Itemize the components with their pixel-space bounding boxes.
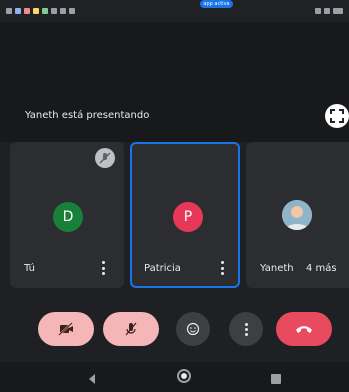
home-icon bbox=[177, 369, 191, 383]
person-photo-icon bbox=[282, 200, 312, 230]
active-app-pill[interactable]: app activa bbox=[200, 0, 233, 8]
notification-icon bbox=[60, 8, 66, 14]
status-icons-left bbox=[6, 8, 75, 14]
notification-icon bbox=[42, 8, 48, 14]
mic-off-icon bbox=[99, 152, 111, 164]
notification-icon bbox=[24, 8, 30, 14]
presentation-stage bbox=[0, 22, 349, 142]
participant-name: Tú bbox=[24, 263, 35, 274]
status-icons-right bbox=[315, 8, 343, 14]
fullscreen-button[interactable] bbox=[325, 104, 349, 128]
more-vert-icon bbox=[244, 322, 248, 336]
back-button[interactable] bbox=[86, 370, 98, 389]
emoji-icon bbox=[186, 322, 200, 336]
notification-icon bbox=[51, 8, 57, 14]
avatar: P bbox=[173, 202, 203, 232]
home-button[interactable] bbox=[176, 368, 192, 388]
back-icon bbox=[89, 374, 95, 384]
more-vert-icon[interactable] bbox=[101, 261, 105, 275]
recents-button[interactable] bbox=[270, 370, 282, 389]
more-vert-icon[interactable] bbox=[220, 261, 224, 275]
notification-icon bbox=[6, 8, 12, 14]
mic-toggle-button[interactable] bbox=[103, 312, 159, 346]
status-bar bbox=[0, 0, 349, 22]
notification-icon bbox=[33, 8, 39, 14]
fullscreen-icon bbox=[330, 109, 344, 123]
avatar: D bbox=[53, 202, 83, 232]
presenting-label: Yaneth está presentando bbox=[25, 110, 150, 121]
signal-icon bbox=[315, 8, 321, 14]
avatar-photo bbox=[282, 200, 312, 230]
camera-toggle-button[interactable] bbox=[38, 312, 94, 346]
participant-name: Yaneth bbox=[260, 263, 294, 274]
avatar-initial: P bbox=[183, 209, 193, 225]
participant-tile-others[interactable]: Yaneth 4 más bbox=[246, 142, 349, 288]
emoji-button[interactable] bbox=[176, 312, 210, 346]
battery-icon bbox=[333, 8, 343, 14]
more-participants-label: 4 más bbox=[306, 263, 337, 274]
avatar-initial: D bbox=[62, 209, 74, 225]
wifi-icon bbox=[324, 8, 330, 14]
notification-icon bbox=[15, 8, 21, 14]
muted-badge bbox=[95, 148, 115, 168]
mic-off-icon bbox=[125, 322, 137, 336]
camera-off-icon bbox=[58, 322, 73, 336]
more-options-button[interactable] bbox=[229, 312, 263, 346]
notification-icon bbox=[69, 8, 75, 14]
participant-tile-patricia[interactable]: P Patricia bbox=[130, 142, 240, 288]
end-call-button[interactable] bbox=[276, 312, 332, 346]
participant-name: Patricia bbox=[144, 263, 181, 274]
recents-icon bbox=[271, 374, 281, 384]
system-nav-bar bbox=[0, 362, 349, 392]
call-controls bbox=[0, 300, 349, 360]
end-call-icon bbox=[296, 326, 312, 333]
